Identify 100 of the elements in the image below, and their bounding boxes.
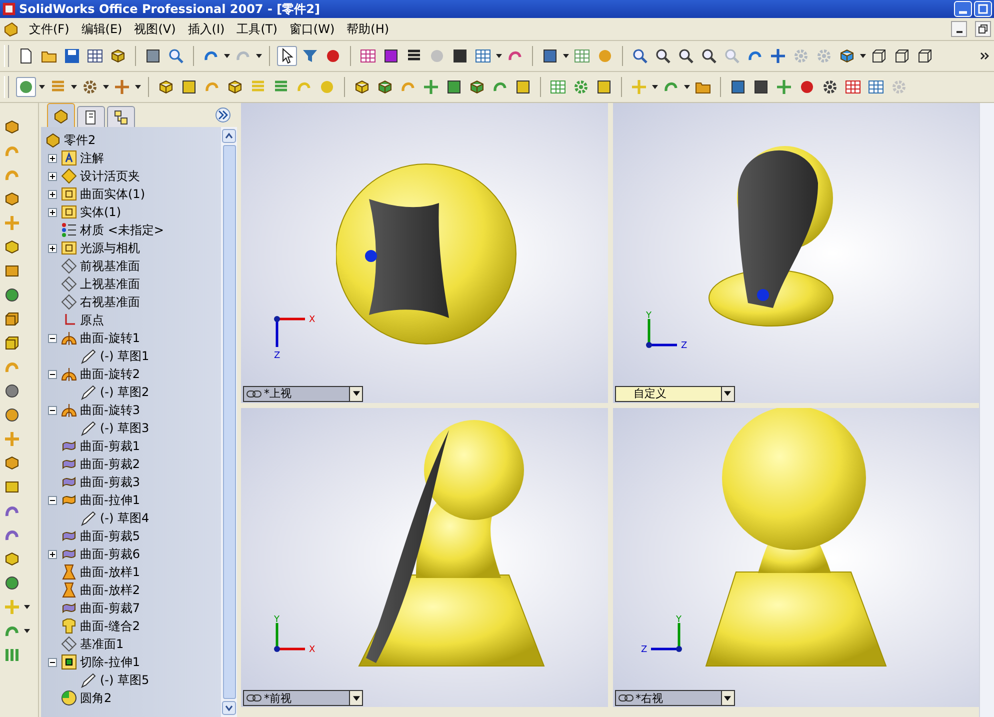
tree-item[interactable]: 曲面-剪裁1 xyxy=(80,438,140,454)
tree-item[interactable]: 实体(1) xyxy=(80,204,121,220)
panel-tab[interactable] xyxy=(107,106,135,127)
tree-item[interactable]: 零件2 xyxy=(64,132,96,148)
caret-icon[interactable] xyxy=(39,85,45,89)
caret-icon[interactable] xyxy=(24,605,30,609)
tree-item[interactable]: 右视基准面 xyxy=(80,294,140,310)
expand-icon[interactable] xyxy=(48,550,57,558)
tree-item[interactable]: 前视基准面 xyxy=(80,258,140,274)
tree-item[interactable]: 原点 xyxy=(80,312,104,328)
axis-label: Z xyxy=(640,645,647,655)
tree-item[interactable]: 基准面1 xyxy=(80,636,124,652)
collapse-icon[interactable] xyxy=(48,658,57,666)
tree-item[interactable]: 设计活页夹 xyxy=(80,168,140,184)
surface-icon xyxy=(61,546,77,562)
panel-tab[interactable] xyxy=(47,103,75,127)
tree-item[interactable]: 上视基准面 xyxy=(80,276,140,292)
cross-icon[interactable] xyxy=(768,46,788,66)
caret-icon[interactable] xyxy=(224,54,230,58)
tree-item[interactable]: 曲面-旋转2 xyxy=(80,366,140,382)
caret-icon[interactable] xyxy=(563,54,569,58)
pencil-icon xyxy=(81,510,97,526)
menu-item[interactable]: 文件(F) xyxy=(27,20,72,38)
collapse-icon[interactable] xyxy=(48,334,57,342)
expand-icon[interactable] xyxy=(48,172,57,180)
scroll-thumb[interactable] xyxy=(222,145,236,699)
tree-item[interactable]: 曲面-剪裁6 xyxy=(80,546,140,562)
tree-item[interactable]: 切除-拉伸1 xyxy=(80,654,140,670)
menu-item[interactable]: 视图(V) xyxy=(132,20,178,38)
tree-item[interactable]: 曲面-缝合2 xyxy=(80,618,140,634)
chevron-icon[interactable] xyxy=(980,52,990,60)
caret-icon[interactable] xyxy=(135,85,141,89)
expand-icon[interactable] xyxy=(48,154,57,162)
axis-label: Z xyxy=(680,340,687,350)
cube-icon[interactable] xyxy=(3,21,19,37)
caret-icon[interactable] xyxy=(860,54,866,58)
magnifier-icon[interactable] xyxy=(676,46,696,66)
tree-item[interactable]: (-) 草图5 xyxy=(100,672,150,688)
magnifier-icon[interactable] xyxy=(699,46,719,66)
menu-item[interactable]: 窗口(W) xyxy=(287,20,337,38)
tree-item[interactable]: (-) 草图3 xyxy=(100,420,150,436)
view-dropdown[interactable]: *右视 xyxy=(614,690,734,706)
cursor-icon[interactable] xyxy=(277,46,297,66)
magnifier-icon[interactable] xyxy=(653,46,673,66)
axis-label: Y xyxy=(274,615,280,625)
view-dropdown[interactable]: *前视 xyxy=(243,690,363,706)
scroll-down-icon[interactable] xyxy=(222,701,236,715)
view-dropdown[interactable]: 自定义 xyxy=(614,386,734,402)
panel-tab[interactable] xyxy=(77,106,105,127)
expand-icon[interactable] xyxy=(48,190,57,198)
tree-item[interactable]: (-) 草图2 xyxy=(100,384,150,400)
plane-icon xyxy=(61,276,77,292)
tree-item[interactable]: 曲面-放样2 xyxy=(80,582,140,598)
caret-icon[interactable] xyxy=(71,85,77,89)
tree-item[interactable]: 材质 <未指定> xyxy=(80,222,164,238)
magnifier-icon[interactable] xyxy=(166,46,186,66)
tree-item[interactable]: 曲面-剪裁3 xyxy=(80,474,140,490)
tree-item[interactable]: 曲面实体(1) xyxy=(80,186,145,202)
chevron-icon[interactable] xyxy=(215,107,231,123)
collapse-icon[interactable] xyxy=(48,406,57,414)
tree-item[interactable]: 光源与相机 xyxy=(80,240,140,256)
tree-item[interactable]: 注解 xyxy=(80,150,104,166)
menu-item[interactable]: 工具(T) xyxy=(234,20,280,38)
magnifier-icon[interactable] xyxy=(630,46,650,66)
scrollbar[interactable] xyxy=(979,103,994,717)
caret-icon[interactable] xyxy=(496,54,502,58)
maximize-button[interactable] xyxy=(974,1,992,17)
menu-item[interactable]: 帮助(H) xyxy=(344,20,392,38)
scrollbar[interactable] xyxy=(221,127,237,717)
minimize-button[interactable] xyxy=(951,21,967,37)
tree-item[interactable]: 曲面-放样1 xyxy=(80,564,140,580)
expand-icon[interactable] xyxy=(48,208,57,216)
caret-icon[interactable] xyxy=(684,85,690,89)
tree-item[interactable]: 曲面-拉伸1 xyxy=(80,492,140,508)
menu-item[interactable]: 编辑(E) xyxy=(79,20,124,38)
caret-icon[interactable] xyxy=(103,85,109,89)
tree-item[interactable]: 曲面-旋转3 xyxy=(80,402,140,418)
tree-item[interactable]: 圆角2 xyxy=(80,690,112,706)
caret-icon[interactable] xyxy=(24,629,30,633)
origin-icon xyxy=(274,646,280,652)
tree-item[interactable]: (-) 草图1 xyxy=(100,348,150,364)
collapse-icon[interactable] xyxy=(48,496,57,504)
collapse-icon[interactable] xyxy=(48,370,57,378)
tree-item[interactable]: 曲面-剪裁7 xyxy=(80,600,140,616)
view-dropdown[interactable]: *上视 xyxy=(243,386,363,402)
menu-item[interactable]: 插入(I) xyxy=(186,20,227,38)
expand-icon[interactable] xyxy=(48,244,57,252)
tree-item[interactable]: (-) 草图4 xyxy=(100,510,150,526)
tree-item[interactable]: 曲面-剪裁2 xyxy=(80,456,140,472)
scroll-up-icon[interactable] xyxy=(222,129,236,143)
pencil-icon xyxy=(81,348,97,364)
surface-icon xyxy=(61,456,77,472)
link-icon xyxy=(246,694,262,702)
caret-icon[interactable] xyxy=(256,54,262,58)
restore-button[interactable] xyxy=(975,21,991,37)
caret-icon[interactable] xyxy=(652,85,658,89)
tree-item[interactable]: 曲面-旋转1 xyxy=(80,330,140,346)
surface-icon xyxy=(61,492,77,508)
diamond-icon xyxy=(61,168,77,184)
tree-item[interactable]: 曲面-剪裁5 xyxy=(80,528,140,544)
